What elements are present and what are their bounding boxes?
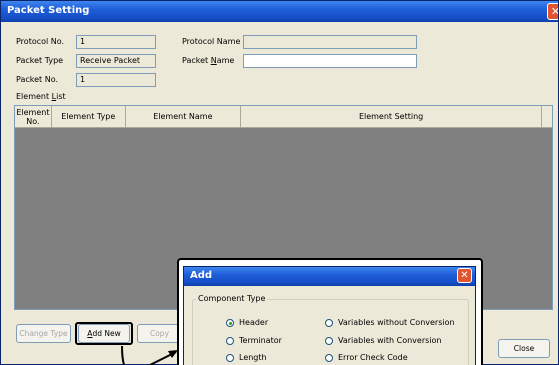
radio-header-label: Header <box>239 318 269 327</box>
radio-ecc-circle <box>325 353 333 362</box>
packet-name-label-pre: Packet <box>182 56 211 65</box>
column-element-no[interactable]: Element No. <box>15 106 52 127</box>
radio-length-label: Length <box>239 353 267 362</box>
radio-terminator[interactable]: Terminator <box>226 336 282 345</box>
close-icon[interactable]: ✕ <box>547 3 558 20</box>
radio-variables-with-conversion[interactable]: Variables with Conversion <box>325 336 441 345</box>
element-list-label-post: ist <box>56 92 66 101</box>
add-dialog-title: Add <box>190 270 213 281</box>
protocol-no-field: 1 <box>76 35 156 49</box>
close-button[interactable]: Close <box>498 339 550 358</box>
radio-error-check-code[interactable]: Error Check Code <box>325 353 408 362</box>
radio-ecc-label: Error Check Code <box>338 353 408 362</box>
packet-name-input[interactable] <box>243 54 417 68</box>
radio-terminator-circle <box>226 336 234 345</box>
packet-type-label: Packet Type <box>16 56 64 65</box>
radio-length[interactable]: Length <box>226 353 267 362</box>
component-type-label: Component Type <box>196 294 268 303</box>
radio-terminator-label: Terminator <box>239 336 282 345</box>
element-list-label-pre: Element <box>16 92 52 101</box>
column-element-type[interactable]: Element Type <box>52 106 126 127</box>
protocol-name-field <box>243 35 417 49</box>
radio-header-circle <box>226 318 234 327</box>
radio-variables-without-conversion[interactable]: Variables without Conversion <box>325 318 455 327</box>
packet-type-field: Receive Packet <box>76 54 156 68</box>
change-type-button[interactable]: Change Type <box>16 324 71 343</box>
column-element-name[interactable]: Element Name <box>126 106 242 127</box>
add-dialog-close-icon[interactable]: ✕ <box>457 268 472 283</box>
protocol-name-label: Protocol Name <box>182 37 241 46</box>
packet-no-field: 1 <box>76 73 156 87</box>
add-new-highlight <box>75 322 133 345</box>
column-element-setting[interactable]: Element Setting <box>241 106 543 127</box>
packet-no-label: Packet No. <box>16 75 58 84</box>
window-titlebar[interactable]: Packet Setting ✕ <box>1 1 558 22</box>
add-dialog-titlebar[interactable]: Add ✕ <box>184 267 475 286</box>
column-filler <box>542 106 552 127</box>
copy-button[interactable]: Copy <box>137 324 182 343</box>
window-title: Packet Setting <box>7 5 90 16</box>
packet-name-label: Packet Name <box>182 56 234 65</box>
radio-vwc-label: Variables with Conversion <box>338 336 442 345</box>
radio-vwoc-circle <box>325 318 333 327</box>
radio-length-circle <box>226 353 234 362</box>
element-list-label: Element List <box>16 92 66 101</box>
element-list-header: Element No. Element Type Element Name El… <box>15 106 552 128</box>
protocol-no-label: Protocol No. <box>16 37 65 46</box>
radio-header[interactable]: Header <box>226 318 268 327</box>
packet-name-label-post: ame <box>216 56 235 65</box>
add-dialog: Add ✕ Component Type Header Terminator L… <box>183 266 476 365</box>
radio-vwc-circle <box>325 336 333 345</box>
radio-vwoc-label: Variables without Conversion <box>338 318 455 327</box>
